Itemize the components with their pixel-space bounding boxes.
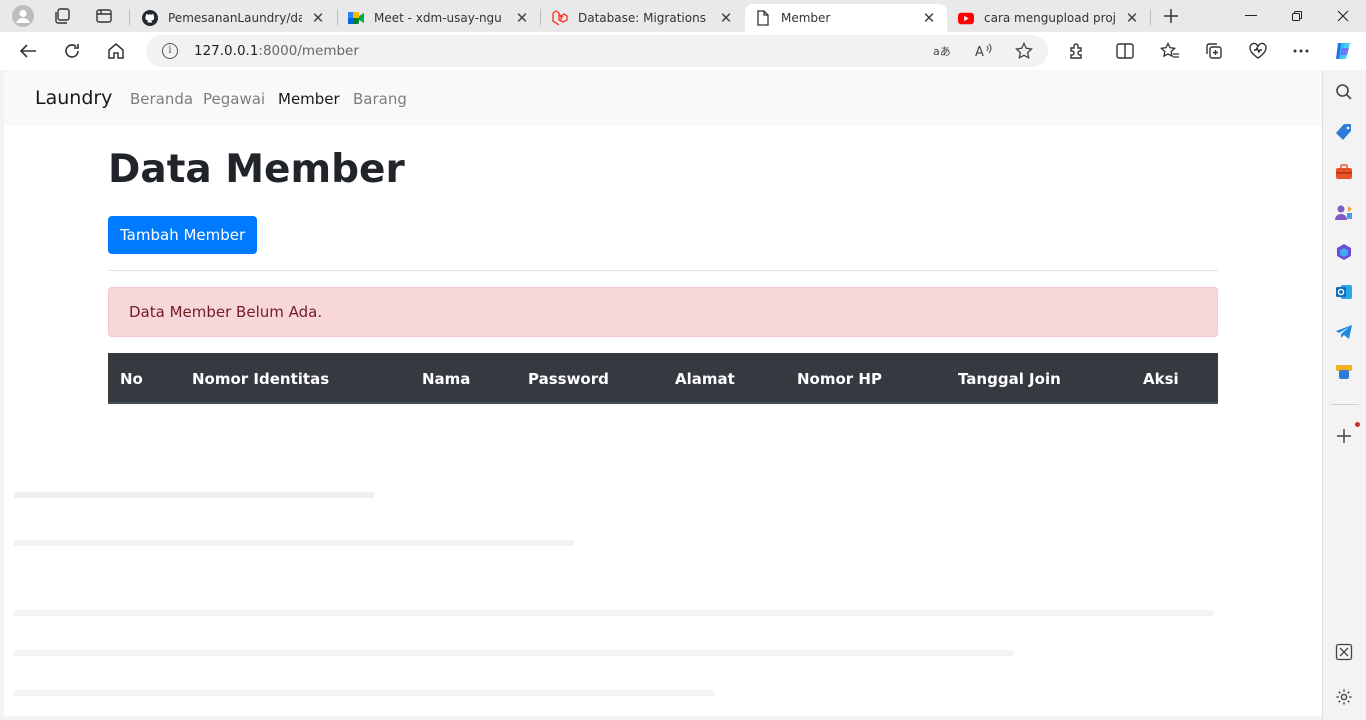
tab-title: Member — [781, 11, 831, 25]
browser-toolbar: i 127.0.0.1:8000/member aあ A — [0, 32, 1366, 70]
divider — [108, 270, 1218, 271]
site-info-icon[interactable]: i — [162, 43, 178, 59]
refresh-icon[interactable] — [56, 36, 88, 66]
extensions-icon[interactable] — [1061, 36, 1093, 66]
address-bar[interactable]: i 127.0.0.1:8000/member aあ A — [146, 35, 1048, 67]
column-header-nomor-identitas: Nomor Identitas — [192, 370, 330, 388]
add-member-button[interactable]: Tambah Member — [108, 216, 258, 254]
search-icon[interactable] — [1333, 81, 1355, 103]
page-viewport: Laundry Beranda Pegawai Member Barang Da… — [4, 70, 1322, 716]
tab-actions-icon[interactable] — [91, 4, 117, 28]
tab-title: Database: Migrations - Lar — [578, 11, 710, 25]
profile-avatar-icon[interactable] — [10, 4, 36, 28]
column-header-no: No — [120, 370, 143, 388]
page-title: Data Member — [108, 147, 405, 192]
shopping-tag-icon[interactable] — [1333, 121, 1355, 143]
close-tab-icon[interactable]: ✕ — [310, 9, 326, 27]
more-menu-icon[interactable] — [1285, 36, 1317, 66]
restore-icon[interactable] — [1274, 0, 1320, 32]
tab-youtube[interactable]: cara mengupload project ✕ — [948, 4, 1150, 32]
nav-link-barang[interactable]: Barang — [353, 90, 407, 108]
translate-icon[interactable]: aあ — [932, 41, 952, 61]
send-telegram-icon[interactable] — [1333, 321, 1355, 343]
empty-data-alert: Data Member Belum Ada. — [108, 287, 1218, 337]
column-header-tanggal-join: Tanggal Join — [958, 370, 1061, 388]
new-tab-icon[interactable] — [1158, 4, 1184, 28]
tab-title: cara mengupload project — [984, 11, 1116, 25]
outlook-icon[interactable] — [1333, 281, 1355, 303]
page-icon — [755, 10, 771, 26]
google-meet-icon — [348, 10, 364, 26]
nav-link-pegawai[interactable]: Pegawai — [203, 90, 265, 108]
svg-text:aあ: aあ — [933, 45, 951, 58]
tab-meet[interactable]: Meet - xdm-usay-ngu ✕ — [338, 4, 540, 32]
tab-github[interactable]: PemesananLaundry/datab ✕ — [132, 4, 336, 32]
close-tab-icon[interactable]: ✕ — [718, 9, 734, 27]
github-icon — [142, 10, 158, 26]
close-window-icon[interactable] — [1320, 0, 1366, 32]
notification-dot — [1355, 422, 1360, 427]
tools-briefcase-icon[interactable] — [1333, 161, 1355, 183]
read-aloud-icon[interactable]: A — [974, 41, 994, 61]
column-header-alamat: Alamat — [675, 370, 735, 388]
settings-gear-icon[interactable] — [1333, 686, 1355, 708]
close-tab-icon[interactable]: ✕ — [921, 9, 937, 27]
youtube-icon — [958, 10, 974, 26]
alert-text: Data Member Belum Ada. — [129, 303, 323, 321]
favorites-icon[interactable] — [1154, 36, 1186, 66]
collections-icon[interactable] — [1198, 36, 1230, 66]
back-icon[interactable] — [12, 36, 44, 66]
microsoft-365-icon[interactable] — [1333, 241, 1355, 263]
url-text: 127.0.0.1:8000/member — [194, 43, 359, 59]
nav-link-beranda[interactable]: Beranda — [130, 90, 193, 108]
add-sidebar-app-icon[interactable] — [1333, 422, 1360, 447]
tab-title: PemesananLaundry/datab — [168, 11, 302, 25]
tab-strip: PemesananLaundry/datab ✕ Meet - xdm-usay… — [0, 0, 1366, 32]
member-table-header: No Nomor Identitas Nama Password Alamat … — [108, 353, 1218, 404]
column-header-nama: Nama — [422, 370, 471, 388]
close-tab-icon[interactable]: ✕ — [514, 9, 530, 27]
workspaces-icon[interactable] — [49, 4, 75, 28]
svg-text:A: A — [975, 45, 984, 59]
copilot-icon[interactable] — [1327, 36, 1359, 66]
edge-sidebar — [1322, 70, 1366, 720]
nav-link-member[interactable]: Member — [278, 90, 340, 108]
games-icon[interactable] — [1333, 201, 1355, 223]
drop-icon[interactable] — [1333, 361, 1355, 383]
favorite-star-icon[interactable] — [1014, 41, 1034, 61]
close-tab-icon[interactable]: ✕ — [1124, 9, 1140, 27]
home-icon[interactable] — [100, 36, 132, 66]
minimize-icon[interactable] — [1228, 0, 1274, 32]
tab-member[interactable]: Member ✕ — [745, 4, 947, 32]
split-screen-icon[interactable] — [1109, 36, 1141, 66]
navbar-brand[interactable]: Laundry — [35, 87, 112, 109]
column-header-password: Password — [528, 370, 609, 388]
tab-laravel-docs[interactable]: Database: Migrations - Lar ✕ — [542, 4, 744, 32]
site-navbar: Laundry Beranda Pegawai Member Barang — [4, 70, 1322, 126]
column-header-aksi: Aksi — [1143, 370, 1179, 388]
screenshot-capture-icon[interactable] — [1333, 641, 1355, 663]
tab-title: Meet - xdm-usay-ngu — [374, 11, 502, 25]
laravel-icon — [552, 10, 568, 26]
browser-essentials-icon[interactable] — [1242, 36, 1274, 66]
column-header-nomor-hp: Nomor HP — [797, 370, 882, 388]
